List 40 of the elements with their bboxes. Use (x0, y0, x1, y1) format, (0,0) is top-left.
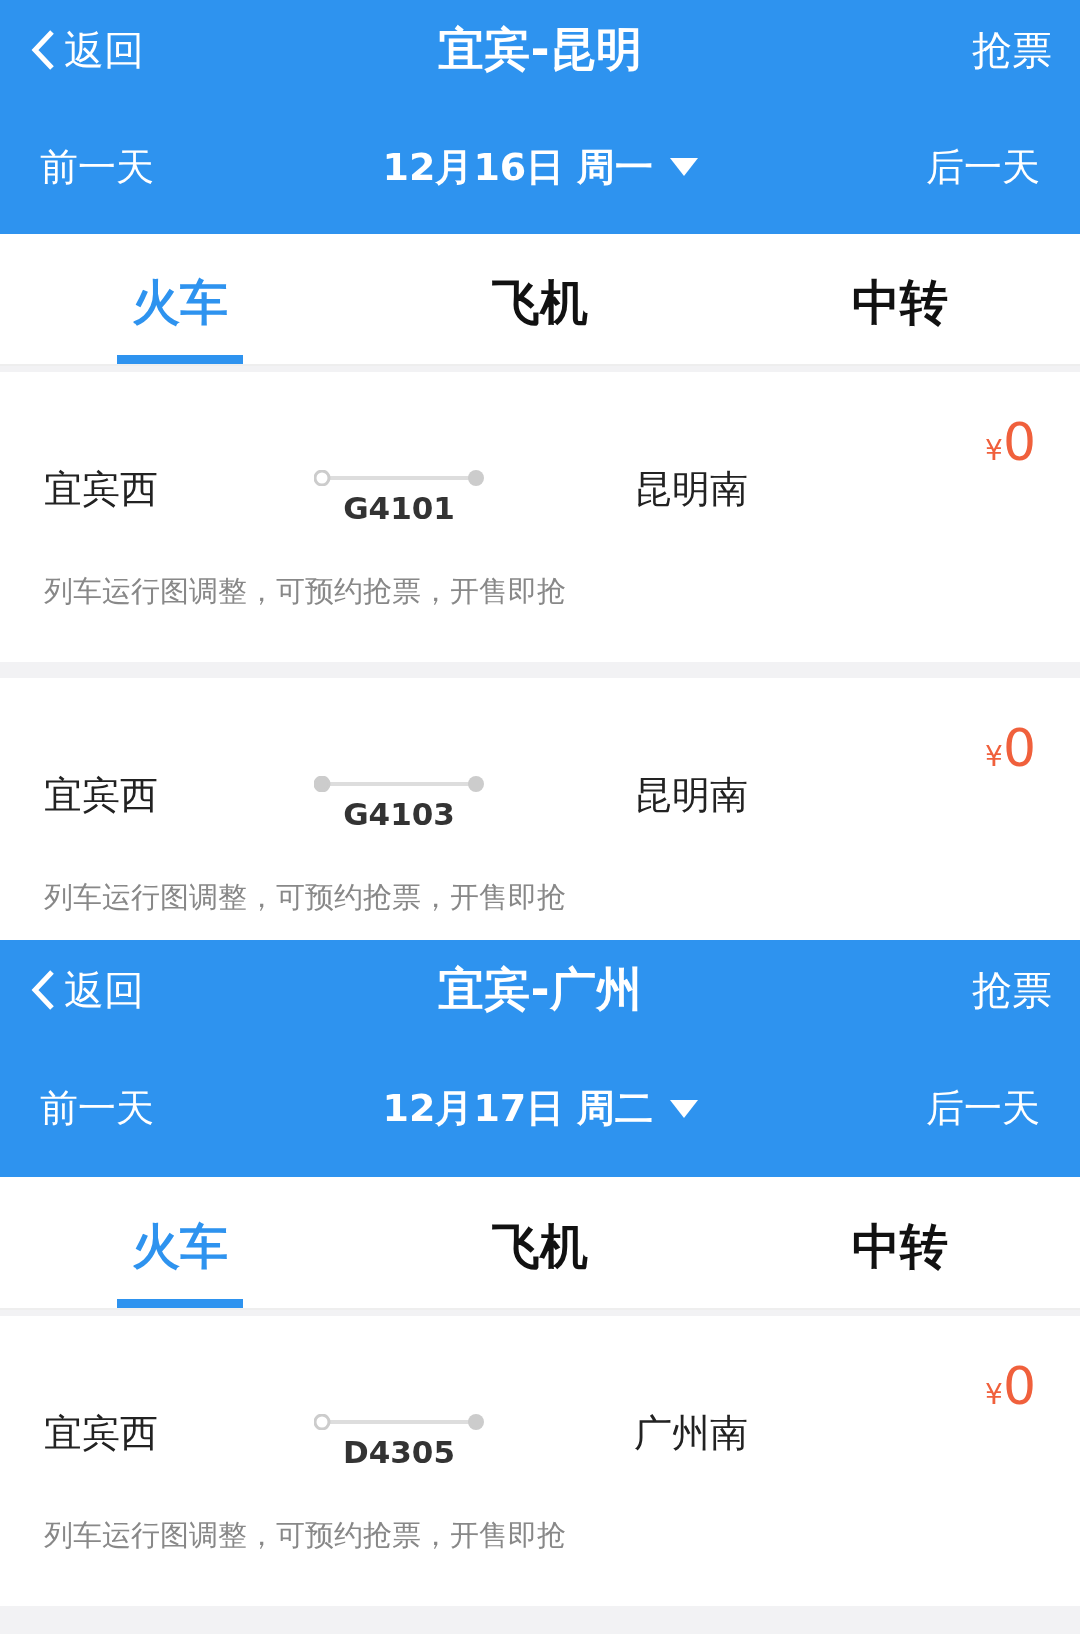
arrival-station: 昆明南 (634, 466, 749, 513)
arrival-station: 昆明南 (634, 772, 749, 819)
dropdown-triangle-icon (669, 158, 698, 177)
ticket-price: ¥0 (985, 1356, 1036, 1416)
grab-ticket-button[interactable]: 抢票 (972, 22, 1052, 78)
dropdown-triangle-icon (669, 1099, 698, 1118)
train-number: G4103 (343, 796, 455, 832)
date-selector[interactable]: 12月16日 周一 (382, 141, 698, 193)
train-note: 列车运行图调整，可预约抢票，开售即抢 (44, 1517, 566, 1554)
category-tab[interactable]: 飞机 (360, 234, 720, 364)
ticket-price: ¥0 (985, 412, 1036, 472)
back-chevron-icon (30, 28, 56, 72)
route-title: 宜宾-广州 (438, 962, 642, 1016)
category-tab[interactable]: 中转 (720, 1177, 1080, 1308)
category-tab[interactable]: 火车 (0, 1177, 360, 1308)
date-selector[interactable]: 12月17日 周二 (382, 1083, 698, 1134)
back-chevron-icon (30, 968, 56, 1012)
grab-ticket-button[interactable]: 抢票 (972, 962, 1052, 1018)
train-card[interactable]: 宜宾西 D4305 广州南 ¥0 列车运行图调整，可预约抢票，开售即抢 (0, 1316, 1080, 1606)
train-number: D4305 (343, 1434, 455, 1470)
train-number: G4101 (343, 490, 455, 526)
category-tab[interactable]: 中转 (720, 234, 1080, 364)
previous-day-button[interactable]: 前一天 (40, 141, 154, 193)
back-button[interactable]: 返回 (30, 962, 144, 1018)
category-tab[interactable]: 火车 (0, 234, 360, 364)
route-title: 宜宾-昆明 (438, 22, 642, 76)
train-card[interactable]: 宜宾西 G4103 昆明南 ¥0 列车运行图调整，可预约抢票，开售即抢 (0, 678, 1080, 940)
ticket-price: ¥0 (985, 718, 1036, 778)
train-note: 列车运行图调整，可预约抢票，开售即抢 (44, 879, 566, 916)
departure-station: 宜宾西 (44, 1410, 159, 1457)
back-button[interactable]: 返回 (30, 22, 144, 78)
departure-station: 宜宾西 (44, 772, 159, 819)
train-card[interactable]: 宜宾西 G4101 昆明南 ¥0 列车运行图调整，可预约抢票，开售即抢 (0, 372, 1080, 662)
train-note: 列车运行图调整，可预约抢票，开售即抢 (44, 573, 566, 610)
next-day-button[interactable]: 后一天 (926, 1083, 1040, 1134)
departure-station: 宜宾西 (44, 466, 159, 513)
category-tab[interactable]: 飞机 (360, 1177, 720, 1308)
previous-day-button[interactable]: 前一天 (40, 1083, 154, 1134)
arrival-station: 广州南 (634, 1410, 749, 1457)
next-day-button[interactable]: 后一天 (926, 141, 1040, 193)
